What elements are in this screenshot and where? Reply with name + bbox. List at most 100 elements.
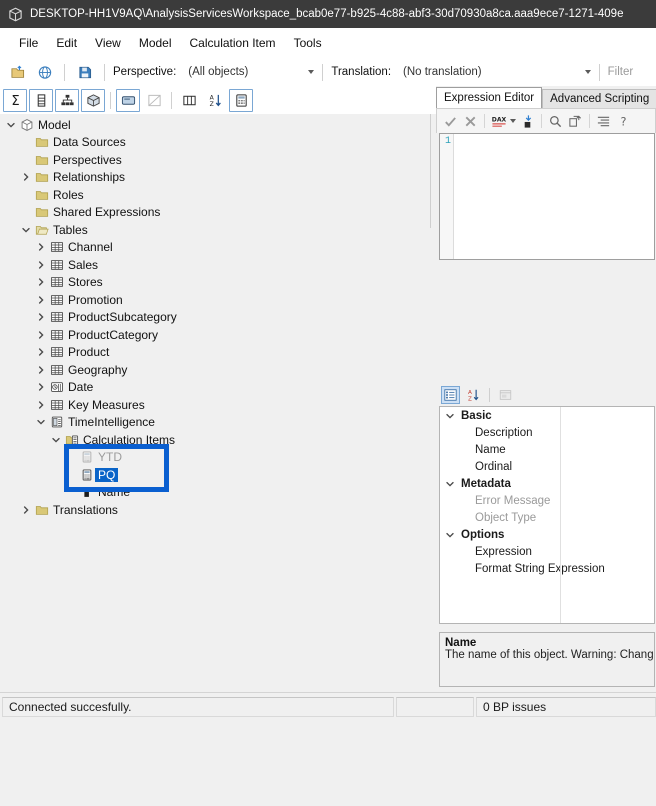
property-row-name[interactable]: Name — [440, 441, 654, 458]
column-icon[interactable] — [29, 88, 53, 112]
tree-node-translations[interactable]: Translations — [4, 501, 429, 519]
tree-node-productcategory[interactable]: ProductCategory — [4, 326, 429, 344]
calc-group-icon[interactable] — [229, 88, 253, 112]
tree-node-calculation-items[interactable]: Calculation Items — [4, 431, 429, 449]
property-row-description[interactable]: Description — [440, 424, 654, 441]
dax-format-dropdown-icon[interactable] — [510, 119, 516, 123]
chevron-right-icon[interactable] — [34, 312, 48, 322]
chevron-right-icon[interactable] — [34, 277, 48, 287]
cancel-x-icon[interactable] — [462, 113, 479, 130]
tab-advanced-scripting[interactable]: Advanced Scripting — [542, 89, 656, 108]
help-icon[interactable]: ? — [615, 113, 632, 130]
table-view-icon[interactable] — [116, 88, 140, 112]
property-row-expression[interactable]: Expression — [440, 543, 654, 560]
tree-node-relationships[interactable]: Relationships — [4, 169, 429, 187]
chevron-down-icon[interactable] — [19, 225, 33, 235]
properties-column-divider[interactable] — [560, 407, 561, 623]
filter-input[interactable]: Filter — [608, 66, 634, 78]
chevron-right-icon[interactable] — [34, 347, 48, 357]
insert-reference-icon[interactable] — [519, 113, 536, 130]
kpi-cube-icon[interactable] — [81, 88, 105, 112]
open-file-icon[interactable] — [6, 61, 29, 84]
tree-node-stores[interactable]: Stores — [4, 274, 429, 292]
translation-value[interactable]: (No translation) — [403, 66, 482, 78]
translation-chevron-down-icon[interactable] — [584, 70, 591, 74]
indent-icon[interactable] — [595, 113, 612, 130]
replace-icon[interactable] — [567, 113, 584, 130]
expression-editor[interactable]: 1 — [439, 133, 655, 260]
tree-node-label: Promotion — [68, 292, 123, 307]
status-bp-issues[interactable]: 0 BP issues — [476, 697, 656, 717]
tree-node-tables[interactable]: Tables — [4, 221, 429, 239]
diagram-icon[interactable] — [142, 88, 166, 112]
sort-alpha-icon[interactable]: A Z — [464, 386, 483, 404]
save-icon[interactable] — [73, 61, 96, 84]
tree-node-label: Channel — [68, 240, 113, 255]
menu-edit[interactable]: Edit — [47, 32, 86, 54]
property-row-metadata[interactable]: Metadata — [440, 475, 654, 492]
chevron-right-icon[interactable] — [19, 505, 33, 515]
accept-check-icon[interactable] — [442, 113, 459, 130]
menu-file[interactable]: File — [10, 32, 47, 54]
calc-items-icon — [63, 433, 80, 447]
chevron-right-icon[interactable] — [34, 330, 48, 340]
chevron-right-icon[interactable] — [34, 365, 48, 375]
measure-sigma-icon[interactable]: Σ — [3, 88, 27, 112]
properties-grid[interactable]: Basic Description Name Ordinal Metadata Error… — [439, 406, 655, 624]
tree-node-product[interactable]: Product — [4, 344, 429, 362]
chevron-down-icon[interactable] — [443, 530, 457, 540]
editor-content[interactable] — [454, 134, 654, 259]
menu-view[interactable]: View — [86, 32, 130, 54]
chevron-right-icon[interactable] — [34, 295, 48, 305]
dax-format-icon[interactable]: DAX — [490, 113, 507, 130]
tree-node-timeintelligence[interactable]: TimeIntelligence — [4, 414, 429, 432]
chevron-down-icon[interactable] — [443, 479, 457, 489]
chevron-right-icon[interactable] — [34, 242, 48, 252]
tree-node-pq[interactable]: PQ — [4, 466, 429, 484]
connect-globe-icon[interactable] — [33, 61, 56, 84]
tabular-editor-window: DESKTOP-HH1V9AQ\AnalysisServicesWorkspac… — [0, 0, 656, 806]
tab-expression-editor[interactable]: Expression Editor — [436, 87, 543, 108]
tree-node-geography[interactable]: Geography — [4, 361, 429, 379]
categorized-view-icon[interactable] — [441, 386, 460, 404]
tree-node-data-sources[interactable]: Data Sources — [4, 134, 429, 152]
menu-calculation-item[interactable]: Calculation Item — [181, 32, 285, 54]
tree-node-name[interactable]: Name — [4, 484, 429, 502]
tree-node-shared-expressions[interactable]: Shared Expressions — [4, 204, 429, 222]
chevron-right-icon[interactable] — [34, 382, 48, 392]
hierarchy-icon[interactable] — [55, 88, 79, 112]
model-tree[interactable]: Model Data Sources Perspectives Relationshi… — [4, 116, 429, 690]
tree-node-obscured-ytd[interactable]: YTD — [4, 449, 429, 467]
chevron-right-icon[interactable] — [34, 260, 48, 270]
tree-node-label: Stores — [68, 275, 103, 290]
perspective-chevron-down-icon[interactable] — [308, 70, 315, 74]
property-pages-icon[interactable] — [496, 386, 515, 404]
columns-icon[interactable] — [177, 88, 201, 112]
tree-node-productsubcategory[interactable]: ProductSubcategory — [4, 309, 429, 327]
tree-node-roles[interactable]: Roles — [4, 186, 429, 204]
property-row-basic[interactable]: Basic — [440, 407, 654, 424]
chevron-down-icon[interactable] — [49, 435, 63, 445]
property-row-error-message[interactable]: Error Message — [440, 492, 654, 509]
menu-tools[interactable]: Tools — [285, 32, 331, 54]
property-row-format-string-expression[interactable]: Format String Expression — [440, 560, 654, 577]
menu-model[interactable]: Model — [130, 32, 181, 54]
tree-node-key-measures[interactable]: Key Measures — [4, 396, 429, 414]
sort-az-icon[interactable]: A Z — [203, 88, 227, 112]
chevron-right-icon[interactable] — [19, 172, 33, 182]
chevron-down-icon[interactable] — [4, 120, 18, 130]
property-row-object-type[interactable]: Object Type — [440, 509, 654, 526]
tree-node-promotion[interactable]: Promotion — [4, 291, 429, 309]
property-row-ordinal[interactable]: Ordinal — [440, 458, 654, 475]
property-row-options[interactable]: Options — [440, 526, 654, 543]
tree-node-perspectives[interactable]: Perspectives — [4, 151, 429, 169]
chevron-down-icon[interactable] — [443, 411, 457, 421]
chevron-down-icon[interactable] — [34, 417, 48, 427]
tree-node-date[interactable]: Date — [4, 379, 429, 397]
chevron-right-icon[interactable] — [34, 400, 48, 410]
tree-node-model[interactable]: Model — [4, 116, 429, 134]
tree-node-channel[interactable]: Channel — [4, 239, 429, 257]
find-icon[interactable] — [547, 113, 564, 130]
tree-node-sales[interactable]: Sales — [4, 256, 429, 274]
perspective-value[interactable]: (All objects) — [188, 66, 248, 78]
